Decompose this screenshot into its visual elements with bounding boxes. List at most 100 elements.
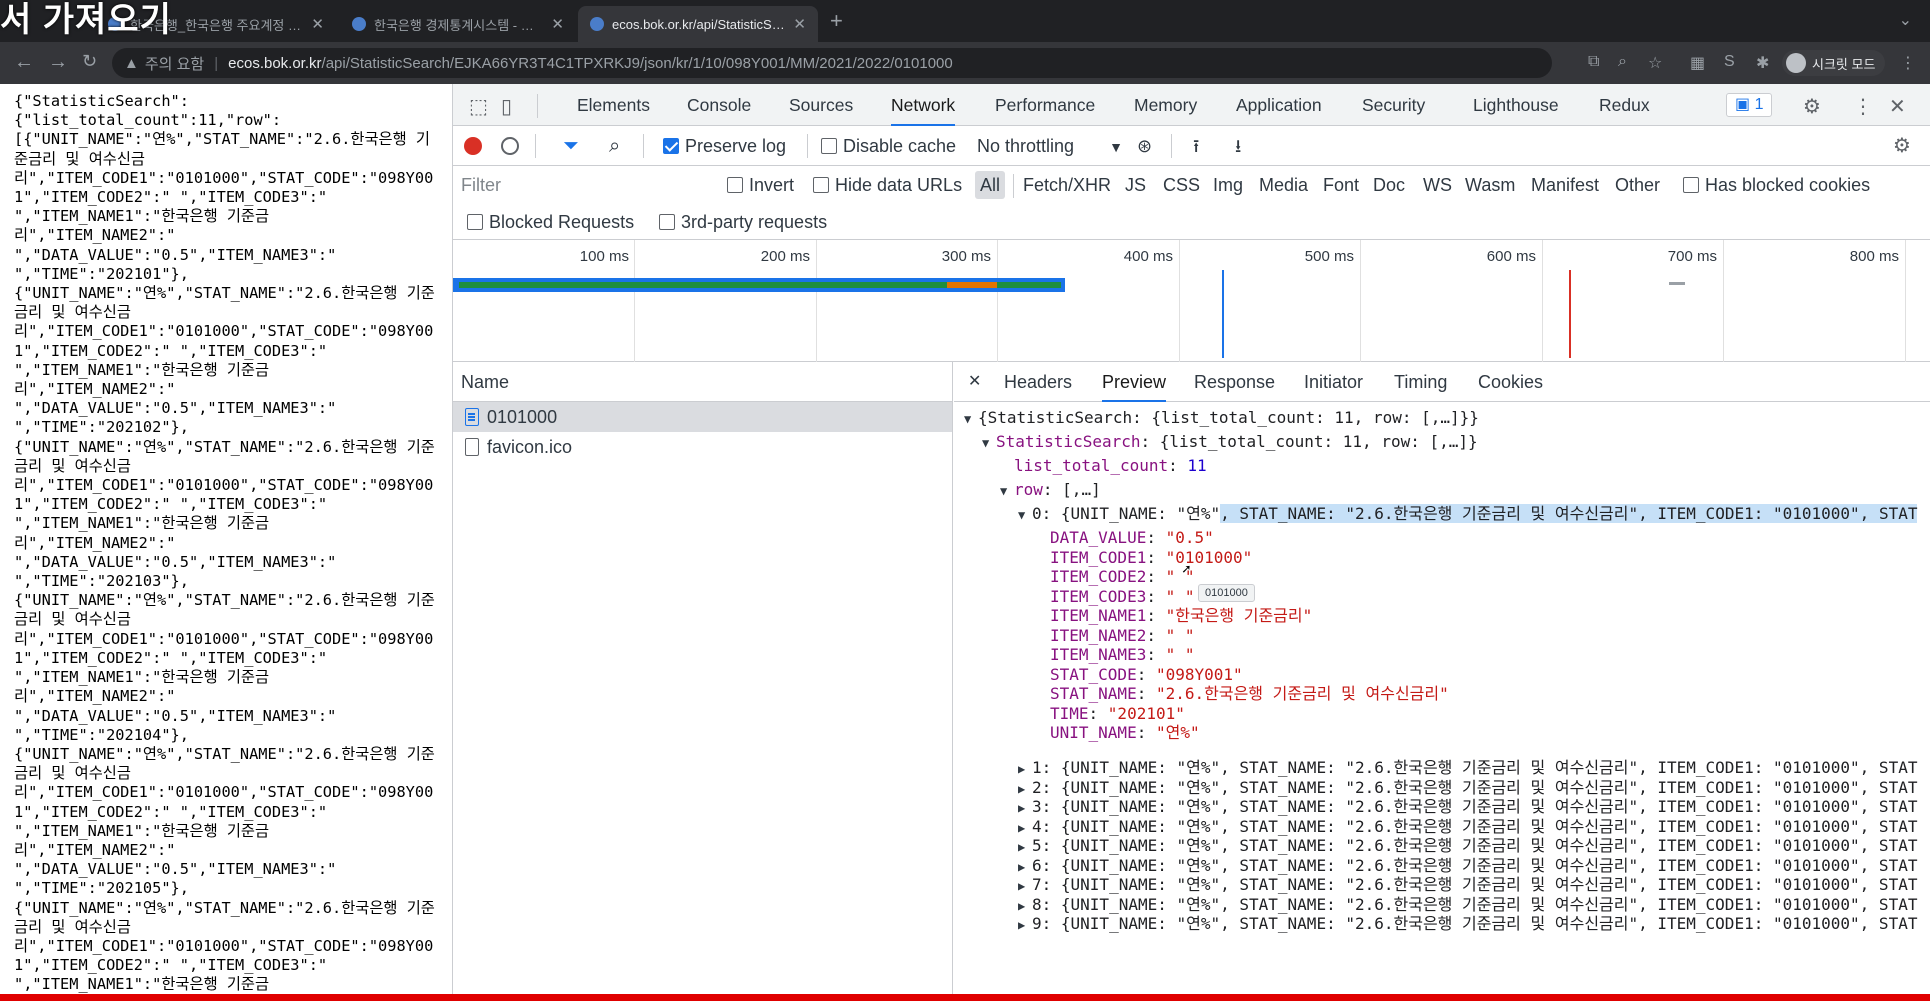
- disable-cache-checkbox[interactable]: Disable cache: [821, 126, 956, 166]
- blocked-requests-checkbox[interactable]: Blocked Requests: [467, 204, 634, 240]
- kebab-menu-icon[interactable]: ⋮: [1853, 94, 1873, 119]
- timeline-label: 700 ms: [1667, 248, 1717, 265]
- chevron-down-icon[interactable]: ⌄: [1899, 10, 1912, 30]
- name-column-header[interactable]: Name: [453, 362, 952, 402]
- reload-icon[interactable]: ↻: [82, 51, 97, 72]
- grid-line: [634, 240, 635, 362]
- record-icon[interactable]: [464, 137, 482, 155]
- tree-value: "098Y001": [1155, 664, 1243, 684]
- network-overview-timeline[interactable]: 100 ms 200 ms 300 ms 400 ms 500 ms 600 m…: [453, 240, 1930, 362]
- filter-type-manifest[interactable]: Manifest: [1531, 166, 1599, 204]
- filter-type-wasm[interactable]: Wasm: [1465, 166, 1515, 204]
- search-icon[interactable]: ⌕: [609, 126, 620, 166]
- preserve-log-checkbox[interactable]: Preserve log: [663, 126, 786, 166]
- zoom-icon[interactable]: ⌕: [1618, 53, 1627, 71]
- request-row[interactable]: 0101000: [453, 402, 952, 432]
- network-settings-gear-icon[interactable]: ⚙: [1893, 126, 1911, 166]
- export-har-icon[interactable]: ⭳: [1235, 126, 1241, 166]
- tab-elements[interactable]: Elements: [577, 84, 650, 126]
- network-conditions-icon[interactable]: ⊛: [1137, 126, 1152, 166]
- tab-redux[interactable]: Redux: [1599, 84, 1650, 126]
- tab-security[interactable]: Security: [1362, 84, 1425, 126]
- browser-tab-1[interactable]: 한국은행 경제통계시스템 - OpenAP ✕: [340, 6, 576, 42]
- expand-triangle-icon: ▼: [964, 412, 972, 426]
- grid-line: [1542, 240, 1543, 362]
- device-toolbar-icon[interactable]: ▯: [501, 94, 512, 119]
- dom-content-loaded-marker: [1222, 270, 1224, 358]
- translate-icon[interactable]: ⧉: [1588, 53, 1599, 71]
- grid-line: [816, 240, 817, 362]
- close-detail-icon[interactable]: ✕: [968, 362, 981, 402]
- gear-icon[interactable]: ⚙: [1803, 94, 1821, 119]
- tree-root[interactable]: ▼ {StatisticSearch: {list_total_count: 11…: [964, 406, 1479, 430]
- address-bar[interactable]: ▲ 주의 요함 | ecos.bok.or.kr/api/StatisticSe…: [112, 48, 1552, 78]
- request-row[interactable]: favicon.ico: [453, 432, 952, 462]
- incognito-profile-button[interactable]: 시크릿 모드: [1782, 50, 1886, 76]
- tab-response[interactable]: Response: [1194, 362, 1275, 402]
- tab-console[interactable]: Console: [687, 84, 751, 126]
- invert-label: Invert: [749, 175, 795, 195]
- clear-icon[interactable]: [501, 137, 519, 155]
- forward-icon[interactable]: →: [48, 51, 68, 74]
- raw-json-text: {"StatisticSearch": {"list_total_count":…: [14, 92, 435, 1001]
- extension-grid-icon[interactable]: ▦: [1690, 53, 1705, 73]
- new-tab-icon[interactable]: +: [830, 8, 843, 34]
- filter-type-ws[interactable]: WS: [1423, 166, 1452, 204]
- issues-badge[interactable]: ▣ 1: [1726, 93, 1773, 117]
- tab-headers[interactable]: Headers: [1004, 362, 1072, 402]
- close-icon[interactable]: ✕: [793, 15, 806, 33]
- filter-type-js[interactable]: JS: [1125, 166, 1146, 204]
- checkbox-icon: [813, 177, 829, 193]
- tree-node-row-0[interactable]: ▼ 0: {UNIT_NAME: "연%", STAT_NAME: "2.6.한국…: [1018, 502, 1918, 526]
- third-party-checkbox[interactable]: 3rd-party requests: [659, 204, 827, 240]
- tree-node-row-collapsed[interactable]: ▶ 9: {UNIT_NAME: "연%", STAT_NAME: "2.6.한국…: [1018, 912, 1917, 936]
- disable-cache-label: Disable cache: [843, 136, 957, 156]
- tab-sources[interactable]: Sources: [789, 84, 853, 126]
- filter-type-media[interactable]: Media: [1259, 166, 1308, 204]
- json-preview-tree: ▼ {StatisticSearch: {list_total_count: 11…: [954, 402, 1930, 1001]
- filter-type-doc[interactable]: Doc: [1373, 166, 1405, 204]
- extension-s-icon[interactable]: S: [1724, 53, 1735, 71]
- grid-line: [997, 240, 998, 362]
- filter-type-css[interactable]: CSS: [1163, 166, 1200, 204]
- close-icon[interactable]: ✕: [1889, 94, 1906, 119]
- has-blocked-cookies-checkbox[interactable]: Has blocked cookies: [1683, 166, 1870, 204]
- close-icon[interactable]: ✕: [311, 15, 324, 33]
- tree-node-statisticsearch[interactable]: ▼ StatisticSearch: {list_total_count: 11,…: [982, 430, 1478, 454]
- tab-application[interactable]: Application: [1236, 84, 1322, 126]
- filter-type-fetch-xhr[interactable]: Fetch/XHR: [1023, 166, 1111, 204]
- preserve-log-label: Preserve log: [685, 136, 787, 156]
- filter-type-all[interactable]: All: [975, 171, 1006, 199]
- filter-type-font[interactable]: Font: [1323, 166, 1359, 204]
- row-summary: 5: {UNIT_NAME: "연%", STAT_NAME: "2.6.한국은…: [1032, 836, 1918, 855]
- tab-performance[interactable]: Performance: [995, 84, 1095, 126]
- filter-type-other[interactable]: Other: [1615, 166, 1660, 204]
- inspect-element-icon[interactable]: ⬚: [469, 94, 488, 119]
- back-icon[interactable]: ←: [14, 51, 34, 74]
- filter-type-img[interactable]: Img: [1213, 166, 1243, 204]
- tab-preview[interactable]: Preview: [1102, 362, 1167, 402]
- invert-checkbox[interactable]: Invert: [727, 166, 794, 204]
- tab-lighthouse[interactable]: Lighthouse: [1473, 84, 1559, 126]
- puzzle-icon[interactable]: ✱: [1756, 53, 1769, 73]
- menu-kebab-icon[interactable]: ⋮: [1900, 53, 1916, 73]
- tab-cookies[interactable]: Cookies: [1478, 362, 1543, 402]
- divider: [535, 134, 536, 158]
- browser-tab-2[interactable]: ecos.bok.or.kr/api/StatisticSea ✕: [578, 6, 818, 42]
- tree-key: ITEM_CODE2: [1050, 567, 1147, 586]
- tab-timing[interactable]: Timing: [1394, 362, 1447, 402]
- tab-initiator[interactable]: Initiator: [1304, 362, 1363, 402]
- import-har-icon[interactable]: ⭱: [1193, 126, 1199, 166]
- row-summary: 1: {UNIT_NAME: "연%", STAT_NAME: "2.6.한국은…: [1032, 758, 1918, 777]
- bookmark-star-icon[interactable]: ☆: [1648, 53, 1662, 73]
- tab-network[interactable]: Network: [891, 84, 956, 126]
- divider: [1013, 174, 1014, 198]
- tree-node-row[interactable]: ▼ row: [,…]: [1000, 478, 1101, 502]
- tab-memory[interactable]: Memory: [1134, 84, 1197, 126]
- throttling-select[interactable]: No throttling ▼: [977, 126, 1123, 166]
- filter-icon[interactable]: ⏷: [563, 126, 579, 166]
- site-favicon-icon: [352, 17, 366, 31]
- hide-data-urls-checkbox[interactable]: Hide data URLs: [813, 166, 962, 204]
- filter-input[interactable]: Filter: [459, 171, 699, 199]
- close-icon[interactable]: ✕: [551, 15, 564, 33]
